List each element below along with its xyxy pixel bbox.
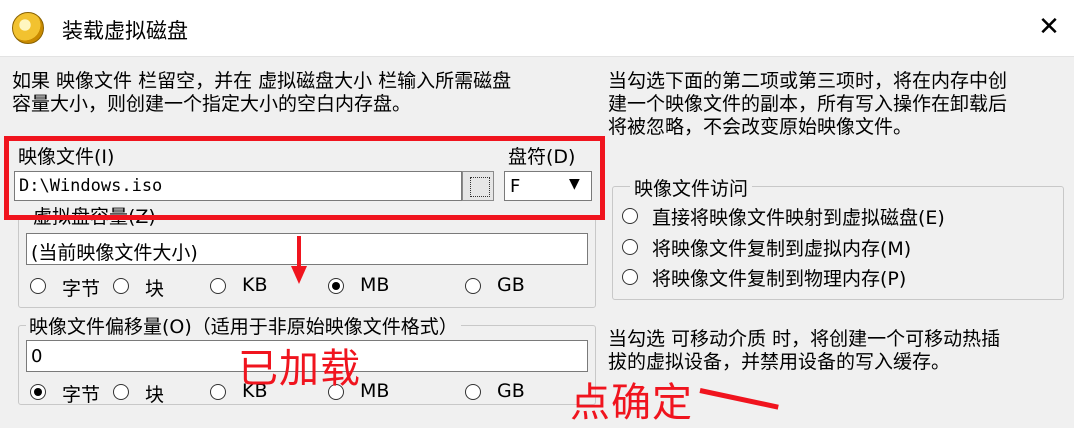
access-option-3-label: 将映像文件复制到物理内存(P) bbox=[652, 268, 907, 290]
offset-value: 0 bbox=[31, 346, 43, 367]
arrow-down-icon bbox=[291, 266, 307, 284]
disk_size-unit-mb-label: MB bbox=[360, 274, 390, 296]
access-option-2-radio[interactable] bbox=[622, 239, 638, 255]
disk_size-unit-blocks-label: 块 bbox=[145, 278, 165, 300]
access-option-3-radio[interactable] bbox=[622, 269, 638, 285]
access-option-1-radio[interactable] bbox=[622, 208, 638, 224]
annotation-arrow-line bbox=[699, 388, 779, 410]
offset-label: 映像文件偏移量(O)（适用于非原始映像文件格式） bbox=[26, 312, 461, 339]
offset-unit-bytes-radio[interactable] bbox=[30, 384, 46, 400]
offset-unit-bytes-label: 字节 bbox=[62, 384, 101, 406]
access-option-2-label: 将映像文件复制到虚拟内存(M) bbox=[652, 238, 912, 260]
close-icon[interactable]: ✕ bbox=[1034, 12, 1064, 42]
window-title: 装载虚拟磁盘 bbox=[62, 19, 188, 43]
offset-unit-gb-radio[interactable] bbox=[465, 384, 481, 400]
disk_size-unit-kb-label: KB bbox=[242, 274, 268, 296]
right-info-line3: 将被忽略，不会改变原始映像文件。 bbox=[608, 116, 913, 138]
loaded-annotation: 已加载 bbox=[238, 346, 361, 392]
disk_size-unit-kb-radio[interactable] bbox=[210, 278, 226, 294]
disk-size-value: (当前映像文件大小) bbox=[31, 242, 198, 264]
disk_size-unit-bytes-radio[interactable] bbox=[30, 278, 46, 294]
highlight-box bbox=[4, 136, 605, 220]
annotation-arrow-shaft bbox=[297, 236, 301, 268]
disk_size-unit-mb-radio[interactable] bbox=[328, 278, 344, 294]
disk_size-unit-bytes-label: 字节 bbox=[62, 278, 101, 300]
info-text-line2: 容量大小，则创建一个指定大小的空白内存盘。 bbox=[12, 93, 412, 115]
disk_size-unit-blocks-radio[interactable] bbox=[113, 278, 129, 294]
image-access-label: 映像文件访问 bbox=[630, 174, 753, 201]
disk_size-unit-gb-label: GB bbox=[497, 274, 525, 296]
access-option-1-label: 直接将映像文件映射到虚拟磁盘(E) bbox=[652, 207, 945, 229]
title-bar: 装载虚拟磁盘 ✕ bbox=[0, 0, 1074, 57]
offset-unit-gb-label: GB bbox=[497, 380, 525, 402]
offset-unit-blocks-label: 块 bbox=[145, 384, 165, 406]
disk_size-unit-gb-radio[interactable] bbox=[465, 278, 481, 294]
app-icon bbox=[12, 12, 44, 44]
disk-size-input[interactable]: (当前映像文件大小) bbox=[26, 233, 588, 265]
confirm-annotation: 点确定 bbox=[570, 380, 693, 426]
offset-unit-blocks-radio[interactable] bbox=[113, 384, 129, 400]
offset-unit-kb-radio[interactable] bbox=[210, 384, 226, 400]
offset-unit-mb-label: MB bbox=[360, 380, 390, 402]
